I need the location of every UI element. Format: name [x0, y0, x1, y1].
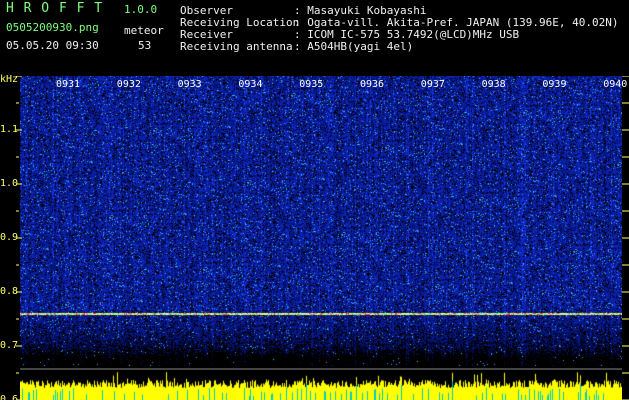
- freq-tick-label: 0.7: [0, 340, 19, 351]
- freq-tick-label: 0.6: [0, 394, 19, 400]
- time-tick-label: 0940: [603, 79, 628, 90]
- unit-label: kHz: [0, 74, 19, 85]
- time-tick-label: 0938: [481, 79, 506, 90]
- file-name: 0505200930.png: [6, 21, 99, 34]
- freq-tick-label: 1.1: [0, 124, 19, 135]
- freq-tick-label: 1.0: [0, 178, 19, 189]
- spectrogram-plot: [20, 76, 622, 366]
- date-time: 05.05.20 09:30: [6, 39, 99, 52]
- hroft-window: H R O F F T 1.0.0 0505200930.png meteor …: [0, 0, 629, 400]
- time-tick-label: 0937: [420, 79, 445, 90]
- antenna-label: Receiving antenna: [180, 40, 293, 53]
- antenna-value: : A504HB(yagi 4el): [294, 40, 414, 53]
- meteor-label: meteor: [124, 24, 164, 37]
- freq-tick-label: 0.8: [0, 286, 19, 297]
- freq-tick-label: 0.9: [0, 232, 19, 243]
- time-tick-label: 0932: [116, 79, 141, 90]
- time-tick-label: 0933: [177, 79, 202, 90]
- time-tick-label: 0935: [299, 79, 324, 90]
- power-meter: [20, 368, 622, 400]
- time-tick-label: 0936: [360, 79, 385, 90]
- app-name: H R O F F T: [6, 1, 104, 16]
- app-version: 1.0.0: [124, 3, 158, 16]
- time-tick-label: 0934: [238, 79, 263, 90]
- time-tick-label: 0939: [542, 79, 567, 90]
- time-tick-label: 0931: [56, 79, 81, 90]
- meteor-count: 53: [138, 39, 152, 52]
